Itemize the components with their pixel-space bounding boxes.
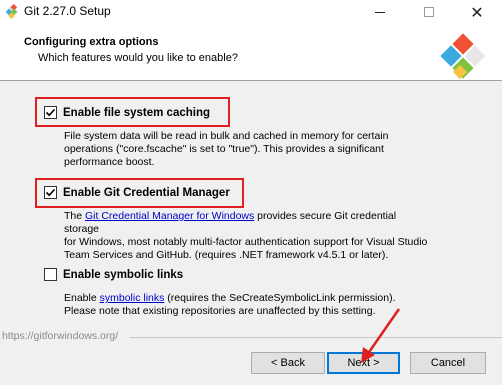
- page-header: Configuring extra options Which features…: [0, 24, 502, 81]
- symlinks-desc-suffix: (requires the SeCreateSymbolicLink permi…: [164, 292, 396, 304]
- symbolic-links-description: Enable symbolic links (requires the SeCr…: [64, 292, 404, 318]
- fs-cache-label[interactable]: Enable file system caching: [63, 107, 210, 119]
- fs-cache-description: File system data will be read in bulk an…: [64, 130, 424, 169]
- credential-desc-line: for Windows, most notably multi-factor a…: [64, 236, 428, 248]
- page-subtitle: Which features would you like to enable?: [38, 52, 238, 64]
- credential-desc-line: Team Services and GitHub. (requires .NET…: [64, 249, 389, 261]
- credential-manager-description: The Git Credential Manager for Windows p…: [64, 210, 434, 262]
- gitforwindows-url-link[interactable]: https://gitforwindows.org/: [2, 330, 118, 342]
- title-bar: Git 2.27.0 Setup ✕: [0, 0, 502, 24]
- checkmark-icon: [45, 188, 56, 197]
- fs-cache-desc-line: File system data will be read in bulk an…: [64, 130, 389, 142]
- symlinks-desc-prefix: Enable: [64, 292, 100, 304]
- fs-cache-desc-line: performance boost.: [64, 156, 155, 168]
- symbolic-links-checkbox[interactable]: [44, 268, 57, 281]
- window-title: Git 2.27.0 Setup: [24, 4, 111, 18]
- credential-manager-checkbox[interactable]: [44, 186, 57, 199]
- git-logo-icon: [4, 4, 19, 19]
- credential-manager-link[interactable]: Git Credential Manager for Windows: [85, 210, 254, 222]
- back-button[interactable]: < Back: [251, 352, 325, 374]
- fs-cache-checkbox[interactable]: [44, 106, 57, 119]
- maximize-icon: [424, 7, 434, 17]
- fs-cache-desc-line: operations ("core.fscache" is set to "tr…: [64, 143, 384, 155]
- footer-divider: [130, 337, 502, 338]
- symbolic-links-link[interactable]: symbolic links: [100, 292, 165, 304]
- page-title: Configuring extra options: [24, 36, 159, 48]
- close-icon: ✕: [470, 2, 484, 22]
- maximize-button[interactable]: [413, 0, 445, 24]
- credential-desc-line: The Git Credential Manager for Windows p…: [64, 210, 434, 236]
- cancel-button[interactable]: Cancel: [410, 352, 486, 374]
- credential-desc-prefix: The: [64, 210, 86, 222]
- option-symbolic-links[interactable]: Enable symbolic links: [44, 268, 183, 281]
- minimize-button[interactable]: [364, 0, 396, 24]
- checkmark-icon: [45, 108, 56, 117]
- git-diamond-logo-icon: [440, 33, 486, 80]
- red-arrow-annotation-icon: [361, 308, 401, 363]
- minimize-icon: [375, 11, 385, 13]
- credential-manager-label[interactable]: Enable Git Credential Manager: [63, 187, 230, 199]
- close-button[interactable]: ✕: [461, 0, 493, 24]
- symlinks-desc-line: Please note that existing repositories a…: [64, 305, 376, 317]
- option-fs-cache[interactable]: Enable file system caching: [44, 106, 210, 119]
- symlinks-desc-line: Enable symbolic links (requires the SeCr…: [64, 292, 404, 305]
- setup-window: Git 2.27.0 Setup ✕ Configuring extra opt…: [0, 0, 502, 385]
- option-credential-manager[interactable]: Enable Git Credential Manager: [44, 186, 230, 199]
- symbolic-links-label[interactable]: Enable symbolic links: [63, 269, 183, 281]
